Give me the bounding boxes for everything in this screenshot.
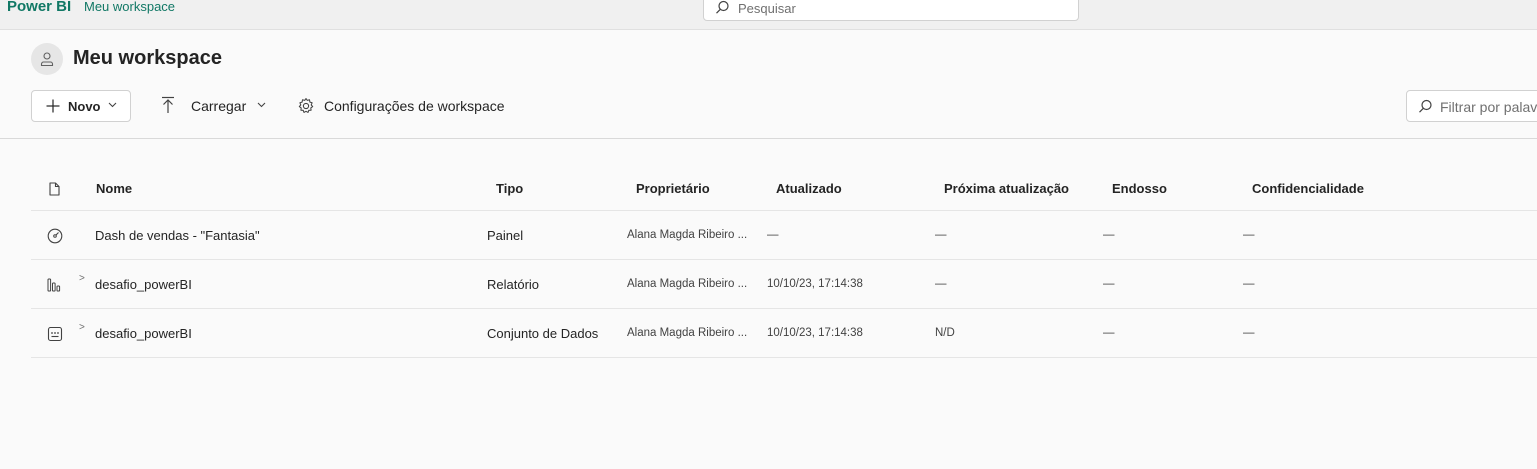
shared-indicator: ˃: [79, 322, 85, 333]
global-search-input[interactable]: Pesquisar: [703, 0, 1079, 21]
column-header-updated[interactable]: Atualizado: [776, 181, 842, 196]
column-header-next-refresh[interactable]: Próxima atualização: [944, 181, 1069, 196]
item-sensitivity: —: [1243, 278, 1255, 290]
item-type: Conjunto de Dados: [487, 326, 599, 341]
item-owner: Alana Magda Ribeiro ...: [627, 229, 748, 241]
item-owner: Alana Magda Ribeiro ...: [627, 278, 748, 290]
item-sensitivity: —: [1243, 327, 1255, 339]
item-endorsement: —: [1103, 229, 1115, 241]
column-header-type[interactable]: Tipo: [496, 181, 523, 196]
upload-icon: [162, 96, 174, 113]
item-name-link[interactable]: desafio_powerBI: [95, 277, 192, 292]
page-title: Meu workspace: [73, 47, 222, 69]
item-name-link[interactable]: desafio_powerBI: [95, 326, 192, 341]
table-row[interactable]: ˃ desafio_powerBI Conjunto de Dados Alan…: [31, 309, 1537, 358]
dashboard-icon: [47, 228, 63, 244]
column-header-owner[interactable]: Proprietário: [636, 181, 710, 196]
filter-placeholder: Filtrar por palavra-chave: [1440, 99, 1537, 115]
keyword-filter-input[interactable]: Filtrar por palavra-chave: [1406, 90, 1537, 122]
app-brand[interactable]: Power BI: [7, 0, 71, 15]
plus-icon: [46, 99, 60, 113]
table-row[interactable]: ˃ desafio_powerBI Relatório Alana Magda …: [31, 260, 1537, 309]
chevron-down-icon: [108, 102, 117, 108]
item-endorsement: —: [1103, 327, 1115, 339]
workspace-settings-label: Configurações de workspace: [324, 98, 505, 114]
search-icon: [716, 0, 729, 14]
gear-icon: [298, 97, 314, 113]
upload-button[interactable]: Carregar: [155, 90, 275, 122]
column-header-endorsement[interactable]: Endosso: [1112, 181, 1167, 196]
item-name-link[interactable]: Dash de vendas - "Fantasia": [95, 228, 260, 243]
report-icon: [47, 278, 61, 292]
new-button-label: Novo: [68, 99, 101, 114]
item-endorsement: —: [1103, 278, 1115, 290]
new-button[interactable]: Novo: [31, 90, 131, 122]
item-sensitivity: —: [1243, 229, 1255, 241]
shared-indicator: ˃: [79, 273, 85, 284]
item-next-refresh: N/D: [935, 327, 955, 339]
top-bar: Power BI Meu workspace Pesquisar: [0, 0, 1537, 30]
table-row[interactable]: Dash de vendas - "Fantasia" Painel Alana…: [31, 211, 1537, 260]
item-updated: —: [767, 229, 779, 241]
workspace-settings-button[interactable]: Configurações de workspace: [294, 90, 514, 122]
file-type-icon: [49, 182, 60, 196]
column-header-name[interactable]: Nome: [96, 181, 132, 196]
workspace-avatar: [31, 43, 63, 75]
chevron-down-icon: [257, 102, 266, 108]
search-placeholder: Pesquisar: [738, 1, 796, 16]
item-updated: 10/10/23, 17:14:38: [767, 278, 863, 290]
upload-button-label: Carregar: [191, 98, 247, 114]
item-type: Relatório: [487, 277, 540, 292]
dataset-icon: [47, 326, 63, 342]
toolbar-divider: [0, 138, 1537, 139]
search-icon: [1419, 99, 1432, 113]
table-header: Nome Tipo Proprietário Atualizado Próxim…: [31, 170, 1537, 211]
item-owner: Alana Magda Ribeiro ...: [627, 327, 748, 339]
breadcrumb-workspace[interactable]: Meu workspace: [84, 0, 175, 14]
column-header-sensitivity[interactable]: Confidencialidade: [1252, 181, 1364, 196]
item-type: Painel: [487, 228, 524, 243]
person-icon: [40, 52, 54, 67]
item-next-refresh: —: [935, 229, 947, 241]
item-next-refresh: —: [935, 278, 947, 290]
item-updated: 10/10/23, 17:14:38: [767, 327, 863, 339]
